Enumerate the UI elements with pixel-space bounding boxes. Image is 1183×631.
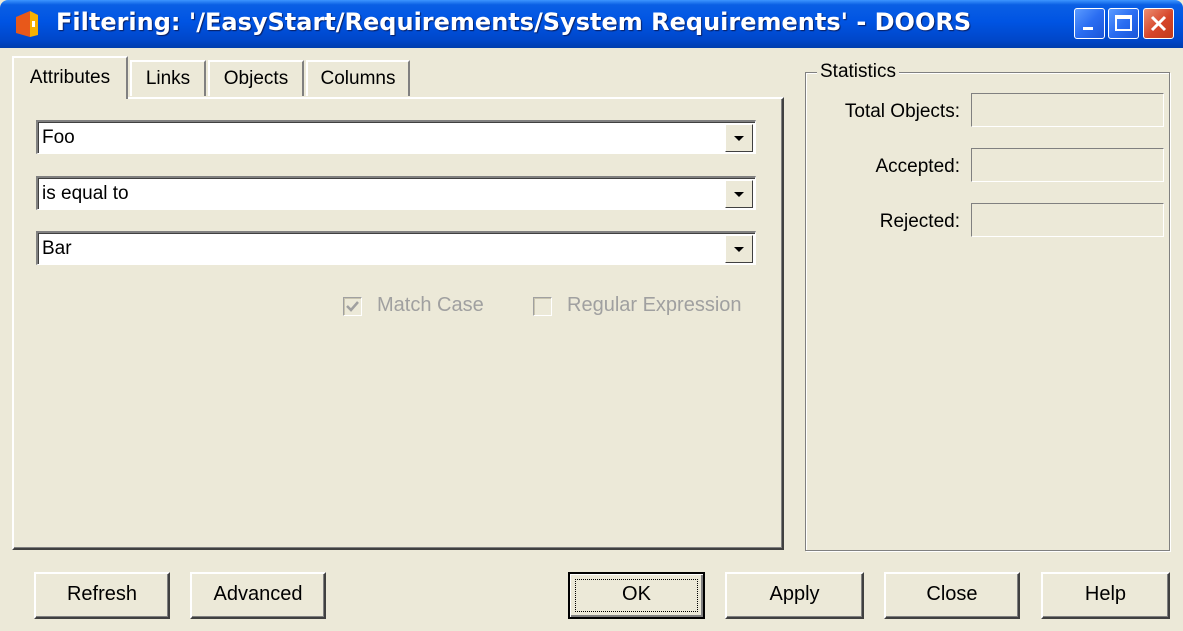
total-objects-label: Total Objects: (844, 101, 960, 122)
doors-app-icon (16, 11, 38, 37)
rejected-field (971, 203, 1164, 237)
ok-button-label: OK (575, 579, 698, 612)
close-window-button[interactable] (1143, 8, 1174, 39)
ok-button[interactable]: OK (568, 572, 705, 619)
maximize-icon (1115, 15, 1132, 31)
close-button[interactable]: Close (884, 572, 1020, 619)
value-dropdown-button[interactable] (725, 235, 753, 263)
refresh-button[interactable]: Refresh (34, 572, 170, 619)
chevron-down-icon (734, 192, 744, 197)
checkmark-icon (346, 301, 359, 312)
statistics-title: Statistics (817, 61, 900, 83)
rejected-label: Rejected: (879, 211, 960, 232)
tab-links[interactable]: Links (130, 60, 206, 96)
chevron-down-icon (734, 247, 744, 252)
regular-expression-label: Regular Expression (567, 294, 742, 316)
apply-button[interactable]: Apply (725, 572, 864, 619)
attributes-panel (12, 97, 784, 550)
operator-combo[interactable]: is equal to (36, 176, 756, 210)
help-button[interactable]: Help (1041, 572, 1170, 619)
total-objects-field (971, 93, 1164, 127)
maximize-button[interactable] (1108, 8, 1139, 39)
match-case-checkbox[interactable]: Match Case (343, 293, 503, 319)
match-case-box[interactable] (343, 297, 362, 316)
accepted-field (971, 148, 1164, 182)
tab-columns[interactable]: Columns (306, 60, 410, 96)
match-case-label: Match Case (377, 294, 484, 316)
value-combo-value: Bar (42, 238, 72, 259)
operator-dropdown-button[interactable] (725, 180, 753, 208)
attribute-combo-value: Foo (42, 127, 75, 148)
tab-attributes[interactable]: Attributes (12, 56, 128, 99)
chevron-down-icon (734, 136, 744, 141)
operator-combo-value: is equal to (42, 183, 129, 204)
title-bar[interactable]: Filtering: '/EasyStart/Requirements/Syst… (0, 0, 1183, 48)
regular-expression-box[interactable] (533, 297, 552, 316)
close-icon (1150, 15, 1167, 32)
window-title: Filtering: '/EasyStart/Requirements/Syst… (56, 8, 972, 36)
value-combo[interactable]: Bar (36, 231, 756, 265)
regular-expression-checkbox[interactable]: Regular Expression (533, 293, 763, 319)
statistics-group (805, 72, 1170, 551)
minimize-icon (1083, 27, 1093, 30)
tab-objects[interactable]: Objects (208, 60, 304, 96)
minimize-button[interactable] (1074, 8, 1105, 39)
attribute-dropdown-button[interactable] (725, 124, 753, 152)
accepted-label: Accepted: (875, 156, 961, 177)
attribute-combo[interactable]: Foo (36, 120, 756, 154)
advanced-button[interactable]: Advanced (190, 572, 326, 619)
